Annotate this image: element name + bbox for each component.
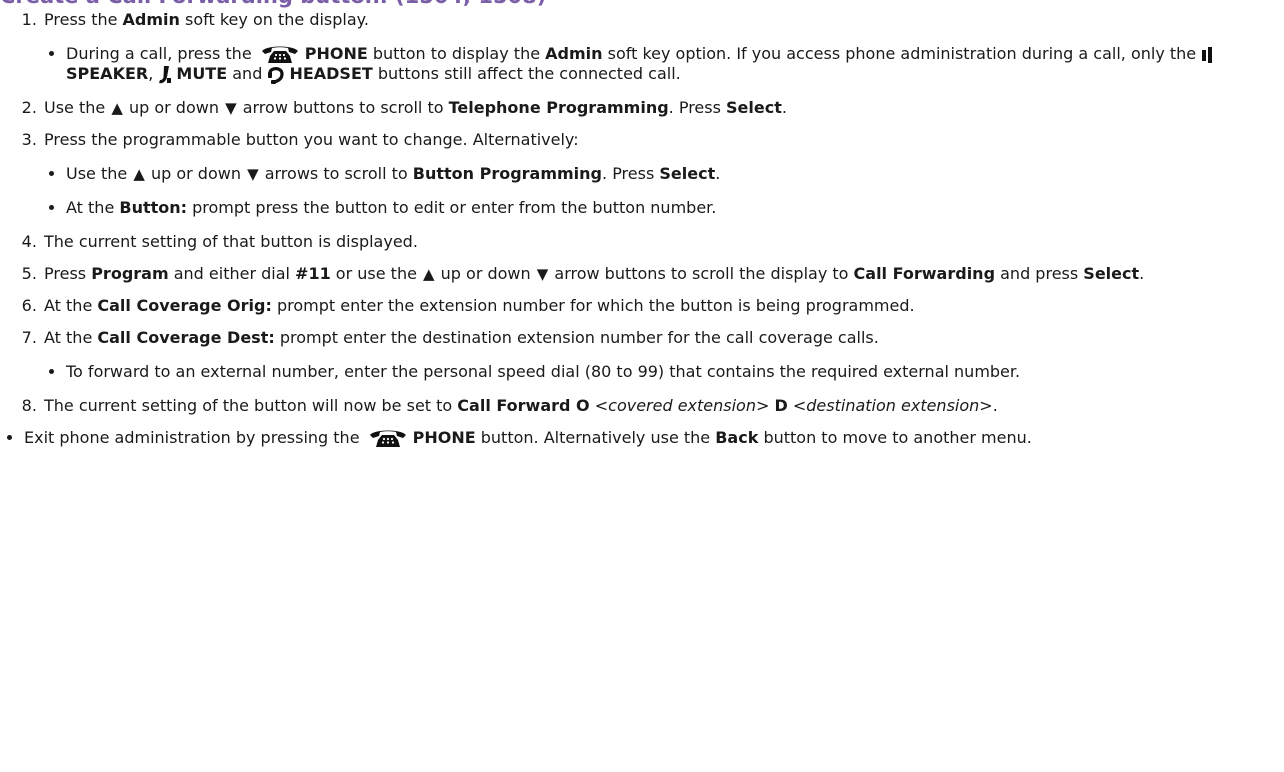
step-7-note: To forward to an external number, enter … (66, 362, 1278, 382)
step-1-note: During a call, press the PHONE button to… (66, 44, 1278, 84)
step-2: Use the ▲ up or down ▼ arrow buttons to … (42, 98, 1278, 118)
phone-icon (369, 428, 407, 448)
step-3-substeps: Use the ▲ up or down ▼ arrows to scroll … (44, 164, 1278, 218)
step-8: The current setting of the button will n… (42, 396, 1278, 416)
final-step-list: Exit phone administration by pressing th… (0, 428, 1278, 448)
step-1-substeps: During a call, press the PHONE button to… (44, 44, 1278, 84)
up-arrow-icon: ▲ (111, 99, 123, 117)
step-5: Press Program and either dial #11 or use… (42, 264, 1278, 284)
exit-step: Exit phone administration by pressing th… (24, 428, 1278, 448)
step-3-option-2: At the Button: prompt press the button t… (66, 198, 1278, 218)
step-7: At the Call Coverage Dest: prompt enter … (42, 328, 1278, 382)
step-3: Press the programmable button you want t… (42, 130, 1278, 218)
mute-icon (158, 65, 172, 85)
down-arrow-icon: ▼ (225, 99, 237, 117)
speaker-icon (1201, 46, 1214, 64)
steps-list: Press the Admin soft key on the display.… (0, 10, 1278, 416)
down-arrow-icon: ▼ (247, 165, 259, 183)
step-4: The current setting of that button is di… (42, 232, 1278, 252)
section-heading: Create a Call Forwarding button. (1504, … (0, 0, 546, 8)
headset-icon (267, 65, 285, 85)
instructions: Press the Admin soft key on the display.… (0, 10, 1278, 448)
down-arrow-icon: ▼ (536, 265, 549, 283)
phone-icon (261, 44, 299, 64)
admin-softkey-label: Admin (122, 10, 180, 29)
step-7-substeps: To forward to an external number, enter … (44, 362, 1278, 382)
step-3-option-1: Use the ▲ up or down ▼ arrows to scroll … (66, 164, 1278, 184)
step-1: Press the Admin soft key on the display.… (42, 10, 1278, 84)
up-arrow-icon: ▲ (423, 265, 435, 283)
up-arrow-icon: ▲ (133, 165, 145, 183)
step-6: At the Call Coverage Orig: prompt enter … (42, 296, 1278, 316)
